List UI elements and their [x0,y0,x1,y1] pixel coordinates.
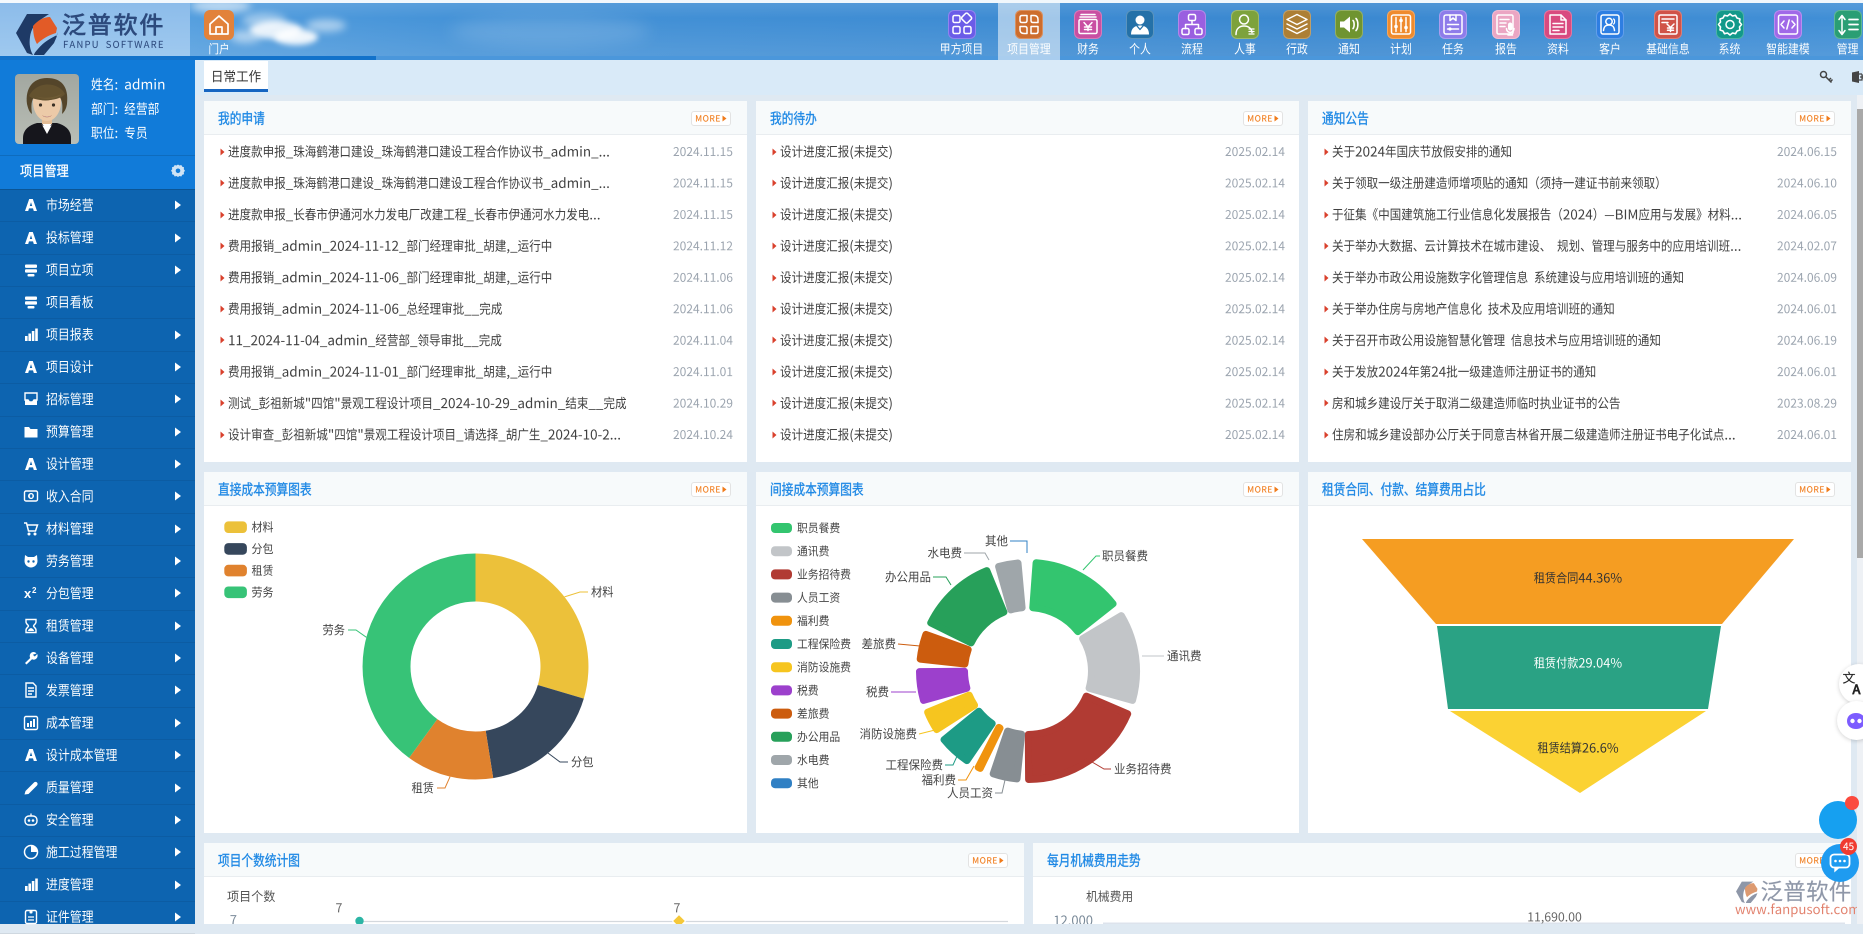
svg-text:x: x [24,586,32,601]
svg-text:2: 2 [32,586,37,595]
svg-text:0: 0 [29,492,34,501]
